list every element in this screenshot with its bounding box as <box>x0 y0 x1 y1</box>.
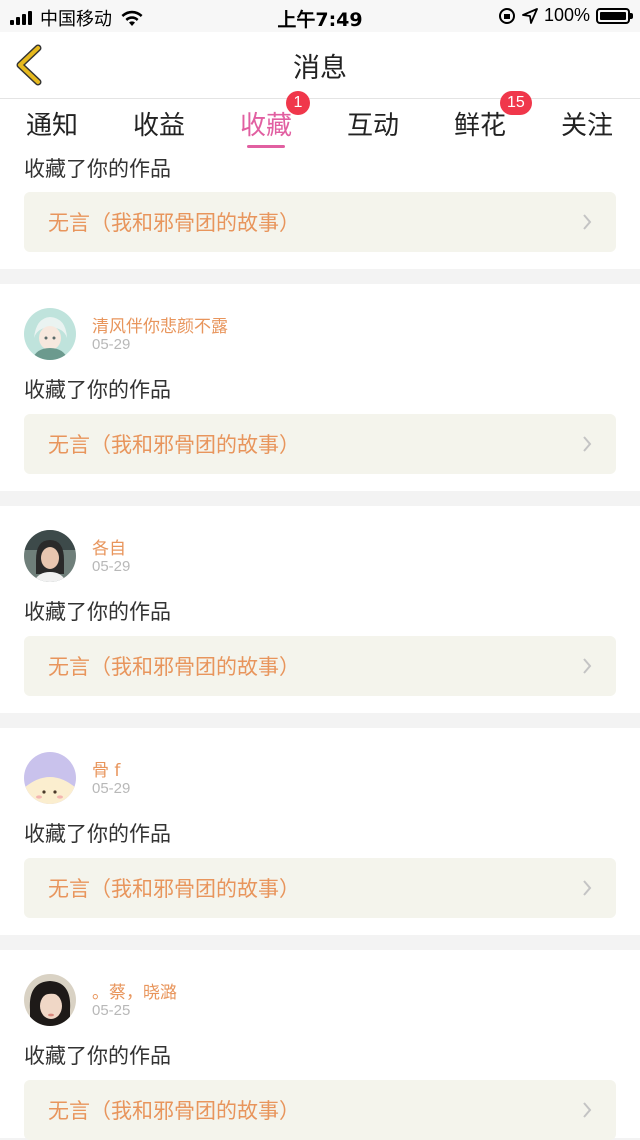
tab-follows[interactable]: 关注 <box>542 105 632 142</box>
location-icon <box>522 7 538 24</box>
username[interactable]: 。蔡，晓潞 <box>92 978 177 1003</box>
tab-notifications[interactable]: 通知 <box>7 105 97 142</box>
unread-badge: 1 <box>286 91 310 115</box>
tab-bar: 通知 收益 收藏 1 互动 鲜花 15 关注 <box>0 91 640 149</box>
chevron-right-icon <box>583 214 592 230</box>
list-item: 清风伴你悲颜不露 05-29 收藏了你的作品 无言（我和邪骨团的故事） <box>0 284 640 491</box>
page-title: 消息 <box>293 53 347 84</box>
list-item: 收藏了你的作品 无言（我和邪骨团的故事） <box>0 149 640 269</box>
tab-label: 互动 <box>346 111 399 141</box>
avatar[interactable] <box>24 530 76 582</box>
tab-label: 鲜花 <box>453 111 506 141</box>
tab-label: 关注 <box>560 111 613 141</box>
action-text: 收藏了你的作品 <box>24 1044 171 1068</box>
username[interactable]: 清风伴你悲颜不露 <box>92 312 228 337</box>
active-tab-indicator <box>247 145 285 148</box>
work-link[interactable]: 无言（我和邪骨团的故事） <box>24 1080 616 1140</box>
timestamp: 05-25 <box>92 1002 131 1019</box>
chevron-right-icon <box>583 880 592 896</box>
work-title: 无言（我和邪骨团的故事） <box>48 211 300 235</box>
chevron-right-icon <box>583 436 592 452</box>
nav-bar: 消息 <box>0 32 640 99</box>
action-text: 收藏了你的作品 <box>24 378 171 402</box>
unread-badge: 15 <box>500 91 532 115</box>
tab-favorites[interactable]: 收藏 1 <box>221 91 311 148</box>
avatar[interactable] <box>24 974 76 1026</box>
username[interactable]: 骨 f <box>92 756 120 781</box>
work-title: 无言（我和邪骨团的故事） <box>48 877 300 901</box>
work-title: 无言（我和邪骨团的故事） <box>48 655 300 679</box>
tab-label: 收藏 <box>239 111 292 141</box>
status-bar: 中国移动 上午7:49 100% <box>0 0 640 32</box>
action-text: 收藏了你的作品 <box>24 157 171 181</box>
timestamp: 05-29 <box>92 336 131 353</box>
avatar[interactable] <box>24 752 76 804</box>
chevron-right-icon <box>583 1102 592 1118</box>
work-title: 无言（我和邪骨团的故事） <box>48 433 300 457</box>
battery-percent: 100% <box>543 5 590 25</box>
tab-flowers[interactable]: 鲜花 15 <box>435 91 532 142</box>
action-text: 收藏了你的作品 <box>24 822 171 846</box>
timestamp: 05-29 <box>92 558 131 575</box>
chevron-right-icon <box>583 658 592 674</box>
list-item: 。蔡，晓潞 05-25 收藏了你的作品 无言（我和邪骨团的故事） <box>0 950 640 1140</box>
action-text: 收藏了你的作品 <box>24 600 171 624</box>
status-right: 100% <box>498 5 633 26</box>
tab-label: 收益 <box>132 111 185 141</box>
work-link[interactable]: 无言（我和邪骨团的故事） <box>24 192 616 252</box>
timestamp: 05-29 <box>92 780 131 797</box>
tab-label: 通知 <box>25 111 78 141</box>
tab-earnings[interactable]: 收益 <box>114 105 204 142</box>
username[interactable]: 各自 <box>92 534 126 559</box>
work-link[interactable]: 无言（我和邪骨团的故事） <box>24 636 616 696</box>
rotation-lock-icon <box>498 7 515 24</box>
list-item: 各自 05-29 收藏了你的作品 无言（我和邪骨团的故事） <box>0 506 640 713</box>
tab-interactions[interactable]: 互动 <box>328 105 418 142</box>
work-link[interactable]: 无言（我和邪骨团的故事） <box>24 414 616 474</box>
work-link[interactable]: 无言（我和邪骨团的故事） <box>24 858 616 918</box>
work-title: 无言（我和邪骨团的故事） <box>48 1099 300 1123</box>
list-item: 骨 f 05-29 收藏了你的作品 无言（我和邪骨团的故事） <box>0 728 640 935</box>
avatar[interactable] <box>24 308 76 360</box>
battery-icon <box>596 7 633 24</box>
